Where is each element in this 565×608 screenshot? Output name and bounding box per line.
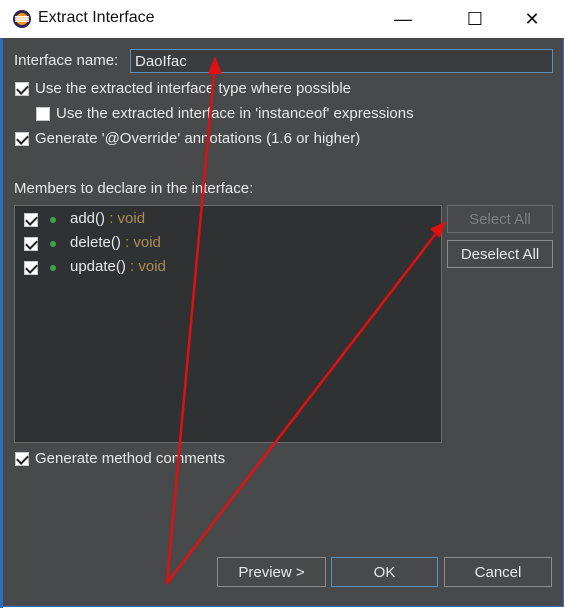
member-row-add[interactable]: add() : void [15, 209, 441, 231]
use-extracted-type-checkbox[interactable] [15, 82, 29, 96]
member-return-type: : void [125, 258, 166, 275]
public-method-icon [50, 265, 56, 271]
member-checkbox[interactable] [24, 213, 38, 227]
close-icon: ✕ [524, 8, 540, 29]
interface-name-label: Interface name: [14, 52, 119, 69]
member-name: delete() [70, 234, 121, 251]
member-return-type: : void [120, 234, 161, 251]
select-all-button[interactable]: Select All [447, 205, 553, 233]
deselect-all-button[interactable]: Deselect All [447, 240, 553, 268]
close-button[interactable]: ✕ [509, 0, 555, 38]
maximize-icon: ☐ [466, 8, 484, 29]
member-name: add() [70, 210, 106, 227]
member-row-delete[interactable]: delete() : void [15, 233, 441, 255]
ok-button[interactable]: OK [331, 557, 438, 587]
member-checkbox[interactable] [24, 261, 38, 275]
members-list[interactable]: add() : void delete() : void update() : … [14, 205, 442, 443]
members-label: Members to declare in the interface: [14, 180, 254, 197]
interface-name-input[interactable] [130, 49, 553, 73]
generate-comments-label: Generate method comments [35, 450, 226, 467]
public-method-icon [50, 241, 56, 247]
member-label: add() : void [70, 210, 145, 227]
maximize-button[interactable]: ☐ [452, 0, 498, 38]
public-method-icon [50, 217, 56, 223]
title-bar: Extract Interface — ☐ ✕ [0, 0, 565, 38]
minimize-icon: — [394, 8, 412, 29]
eclipse-icon [13, 10, 31, 28]
member-label: update() : void [70, 258, 166, 275]
minimize-button[interactable]: — [380, 0, 426, 38]
member-checkbox[interactable] [24, 237, 38, 251]
generate-comments-checkbox[interactable] [15, 452, 29, 466]
member-name: update() [70, 258, 126, 275]
member-return-type: : void [105, 210, 146, 227]
member-row-update[interactable]: update() : void [15, 257, 441, 279]
use-in-instanceof-label: Use the extracted interface in 'instance… [56, 105, 414, 122]
window-edge [0, 38, 3, 608]
generate-override-checkbox[interactable] [15, 132, 29, 146]
cancel-button[interactable]: Cancel [444, 557, 552, 587]
window-title: Extract Interface [38, 9, 155, 26]
use-extracted-type-label: Use the extracted interface type where p… [35, 80, 352, 97]
use-in-instanceof-checkbox[interactable] [36, 107, 50, 121]
preview-button[interactable]: Preview > [217, 557, 326, 587]
generate-override-label: Generate '@Override' annotations (1.6 or… [35, 130, 361, 147]
member-label: delete() : void [70, 234, 161, 251]
